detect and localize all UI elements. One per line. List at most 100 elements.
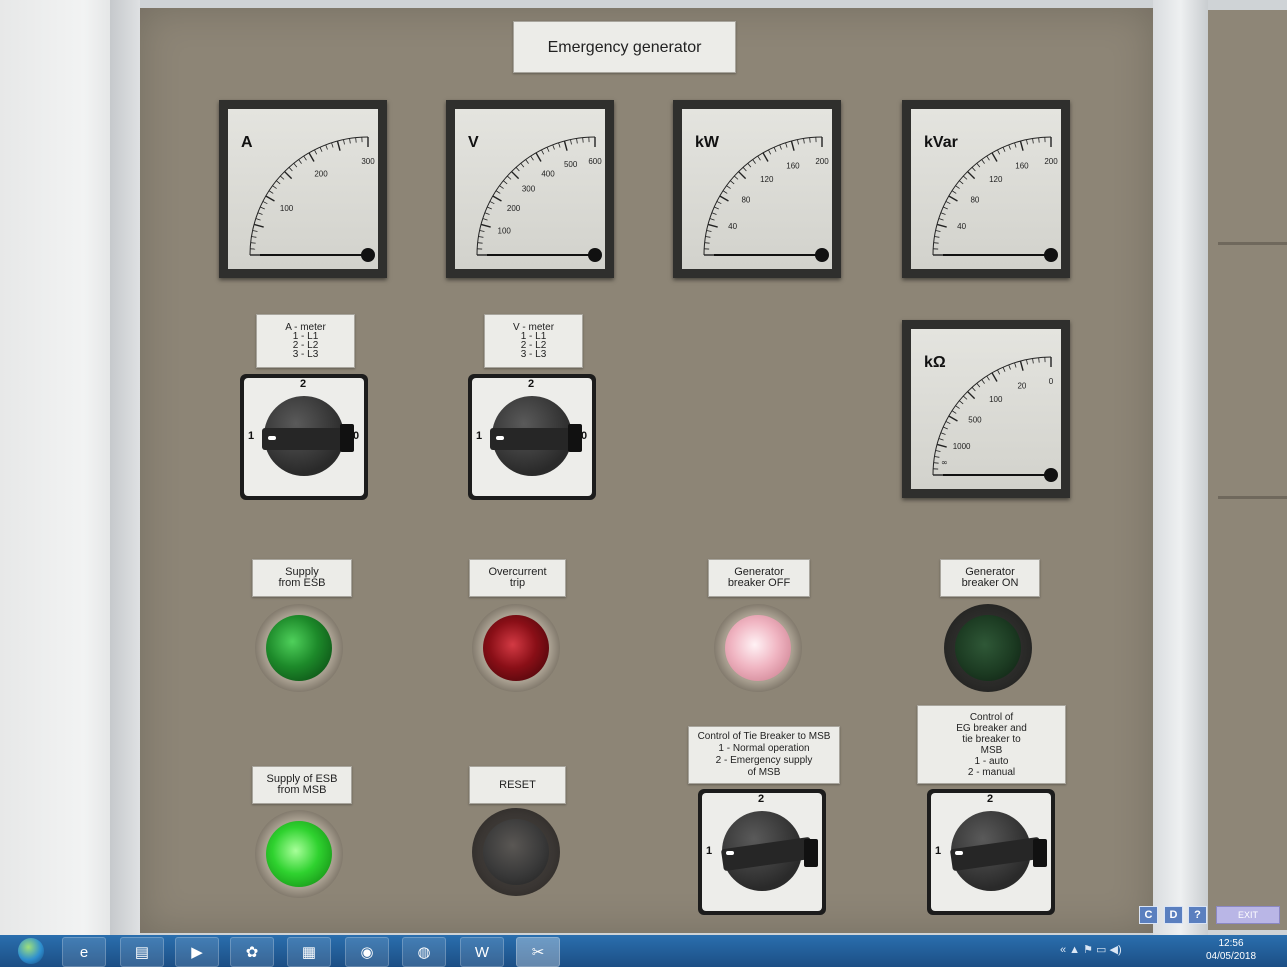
overcurrent-trip-label: Overcurrent trip: [469, 559, 566, 597]
scale-tick: [951, 190, 957, 194]
scale-tick: [752, 159, 756, 164]
selector-knob[interactable]: [949, 811, 1047, 891]
scale-tick: [785, 142, 788, 148]
scale-tick: [530, 155, 534, 161]
scale-tick: [933, 462, 939, 464]
tie-breaker-selector-switch[interactable]: 2 1: [698, 789, 826, 915]
scale-tick: [253, 223, 264, 228]
scale-tick: [719, 195, 729, 202]
exit-button[interactable]: EXIT: [1216, 906, 1280, 924]
media-player-icon[interactable]: ▶: [175, 937, 219, 967]
scale-tick: [757, 155, 761, 161]
scale-tick: [319, 147, 323, 152]
scale-tick: [773, 147, 777, 152]
scale-label: 200: [1044, 157, 1058, 166]
paint-icon[interactable]: ✿: [230, 937, 274, 967]
scale-tick: [967, 391, 976, 400]
scale-tick: [706, 230, 712, 232]
scale-tick: [945, 201, 951, 205]
scale-tick: [251, 236, 257, 238]
scale-tick: [349, 138, 351, 144]
scale-tick: [976, 163, 981, 168]
tray-icons[interactable]: « ▲ ⚑ ▭ ◀): [1060, 943, 1122, 956]
supply-esb-from-msb-label: Supply of ESB from MSB: [252, 766, 352, 804]
scale-tick: [525, 159, 529, 164]
position-1: 1: [476, 430, 483, 442]
scale-tick: [959, 400, 964, 405]
kw-meter: 40 80 120 160 200 kW: [673, 100, 841, 278]
scale-tick: [262, 201, 268, 205]
knob-tip: [568, 424, 582, 452]
position-2: 2: [528, 378, 535, 390]
c-button[interactable]: C: [1139, 906, 1158, 924]
help-button[interactable]: ?: [1188, 906, 1207, 924]
selector-knob[interactable]: [720, 811, 818, 891]
firefox-icon[interactable]: ◍: [402, 937, 446, 967]
scale-tick: [477, 242, 483, 244]
scale-tick: [482, 218, 488, 221]
scale-tick: [742, 167, 747, 172]
scale-tick: [976, 383, 981, 388]
d-button[interactable]: D: [1164, 906, 1183, 924]
scale-tick: [546, 147, 550, 152]
scale-tick: [489, 201, 495, 205]
scale-tick: [707, 223, 718, 228]
scale-tick: [355, 137, 357, 143]
scale-tick: [1014, 362, 1017, 368]
calc-icon[interactable]: ▦: [287, 937, 331, 967]
scale-tick: [934, 456, 940, 458]
chrome-icon[interactable]: ◉: [345, 937, 389, 967]
scale-tick: [280, 175, 285, 180]
eg-breaker-selector-switch[interactable]: 2 1: [927, 789, 1055, 915]
scale-label: 100: [280, 204, 294, 213]
scale-tick: [1008, 144, 1011, 150]
voltmeter-unit: V: [468, 134, 479, 151]
scale-tick: [1038, 357, 1040, 363]
v-meter-selector-label: V - meter 1 - L1 2 - L2 3 - L3: [484, 314, 583, 368]
scale-tick: [705, 236, 711, 238]
v-meter-selector-switch[interactable]: 2 1 0: [468, 374, 596, 500]
lamp-lens: [266, 821, 332, 887]
word-icon[interactable]: W: [460, 937, 504, 967]
scale-tick: [809, 137, 811, 143]
kvar-meter-scale: 40 80 120 160 200: [932, 136, 1058, 262]
scale-tick: [336, 140, 341, 151]
scale-tick: [492, 195, 502, 202]
scale-tick: [515, 167, 520, 172]
scale-arc: [932, 136, 1052, 256]
ie-icon[interactable]: e: [62, 937, 106, 967]
scale-tick: [963, 175, 968, 180]
scale-tick: [1008, 364, 1011, 370]
supply-from-esb-lamp: [255, 604, 343, 692]
scale-tick: [959, 180, 964, 185]
a-meter-selector-switch[interactable]: 2 1 0: [240, 374, 368, 500]
selector-knob[interactable]: [262, 396, 354, 476]
reset-button[interactable]: [472, 808, 560, 896]
voltmeter: 100 200 300 400 500 600 V: [446, 100, 614, 278]
scale-tick: [986, 155, 990, 161]
start-button[interactable]: [6, 935, 56, 967]
scale-label: 120: [989, 175, 1003, 184]
clock[interactable]: 12:56 04/05/2018: [1192, 937, 1270, 963]
scale-tick: [1019, 140, 1024, 151]
scale-tick: [1014, 142, 1017, 148]
scale-label: 0: [1049, 377, 1054, 386]
scale-label: 40: [728, 222, 737, 231]
windows-logo-icon: [18, 938, 44, 964]
reset-button-cap[interactable]: [483, 819, 549, 885]
scale-tick: [487, 206, 492, 210]
lamp-lens: [266, 615, 332, 681]
scale-label: 500: [968, 416, 982, 425]
knob-indicator: [268, 436, 276, 440]
scale-tick: [935, 450, 941, 452]
scale-tick: [252, 230, 258, 232]
snipping-tool-icon[interactable]: ✂: [516, 937, 560, 967]
explorer-icon[interactable]: ▤: [120, 937, 164, 967]
overcurrent-trip-lamp: [472, 604, 560, 692]
scale-tick: [511, 171, 520, 180]
scale-tick: [499, 185, 504, 189]
scale-tick: [1026, 139, 1028, 145]
selector-knob[interactable]: [490, 396, 582, 476]
scale-tick: [704, 242, 710, 244]
scale-tick: [552, 144, 555, 150]
